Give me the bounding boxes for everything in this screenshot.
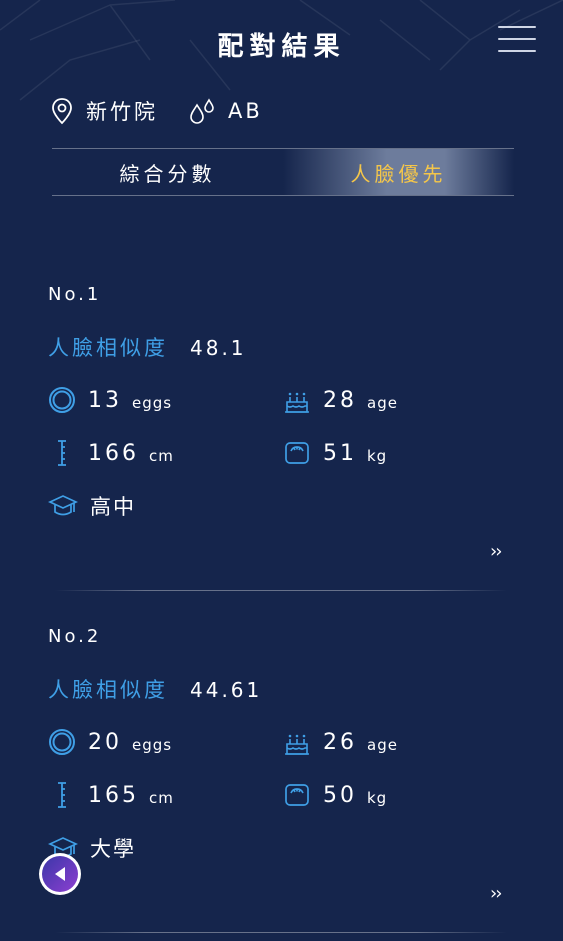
back-arrow-icon — [42, 856, 78, 892]
blood-type-text: AB — [228, 99, 263, 123]
egg-ring-icon — [49, 729, 75, 755]
page-title: 配對結果 — [217, 32, 346, 62]
eggs-value: 13 — [88, 387, 122, 413]
height-value: 166 — [88, 440, 139, 466]
education-value: 大學 — [90, 837, 136, 861]
weight-value: 51 — [323, 440, 357, 466]
height-stat: 165 cm — [48, 779, 174, 811]
similarity-row: 人臉相似度 44.61 — [48, 674, 262, 704]
tab-overall-score[interactable]: 綜合分數 — [52, 149, 283, 195]
weight-scale-icon — [285, 784, 309, 806]
weight-stat: 51 kg — [283, 437, 387, 469]
more-button[interactable]: ›› — [490, 541, 502, 562]
result-number: No.1 — [48, 284, 102, 305]
eggs-stat: 13 eggs — [48, 384, 172, 416]
eggs-stat: 20 eggs — [48, 726, 172, 758]
location-text: 新竹院 — [86, 100, 158, 124]
more-button[interactable]: ›› — [490, 883, 502, 904]
height-ruler-icon — [58, 782, 66, 808]
height-value: 165 — [88, 782, 139, 808]
education-value: 高中 — [90, 495, 136, 519]
similarity-label: 人臉相似度 — [48, 336, 168, 360]
birthday-cake-icon — [285, 734, 309, 755]
weight-stat: 50 kg — [283, 779, 387, 811]
weight-value: 50 — [323, 782, 357, 808]
height-unit: cm — [149, 447, 174, 465]
weight-unit: kg — [367, 789, 388, 807]
divider — [55, 932, 507, 933]
weight-scale-icon — [285, 442, 309, 464]
eggs-unit: eggs — [132, 394, 173, 412]
graduation-cap-icon — [48, 495, 78, 516]
similarity-value: 48.1 — [190, 336, 247, 360]
blood-drops-icon — [190, 98, 214, 124]
eggs-value: 20 — [88, 729, 122, 755]
hamburger-menu-icon[interactable] — [498, 26, 536, 54]
age-stat: 28 age — [283, 384, 398, 416]
similarity-row: 人臉相似度 48.1 — [48, 332, 247, 362]
similarity-value: 44.61 — [190, 678, 263, 702]
similarity-label: 人臉相似度 — [48, 678, 168, 702]
height-unit: cm — [149, 789, 174, 807]
header: 配對結果 — [0, 0, 563, 90]
age-unit: age — [367, 394, 398, 412]
age-value: 28 — [323, 387, 357, 413]
sort-tabs: 綜合分數 人臉優先 — [52, 148, 514, 196]
age-unit: age — [367, 736, 398, 754]
map-pin-icon — [52, 98, 72, 125]
eggs-unit: eggs — [132, 736, 173, 754]
result-number: No.2 — [48, 626, 102, 647]
back-button[interactable] — [39, 853, 81, 895]
education-stat: 高中 — [48, 490, 136, 522]
age-value: 26 — [323, 729, 357, 755]
birthday-cake-icon — [285, 392, 309, 413]
weight-unit: kg — [367, 447, 388, 465]
egg-ring-icon — [49, 387, 75, 413]
age-stat: 26 age — [283, 726, 398, 758]
divider — [55, 590, 507, 591]
tab-face-priority[interactable]: 人臉優先 — [283, 149, 514, 195]
info-row: 新竹院 AB — [50, 94, 263, 128]
height-stat: 166 cm — [48, 437, 174, 469]
height-ruler-icon — [58, 440, 66, 466]
